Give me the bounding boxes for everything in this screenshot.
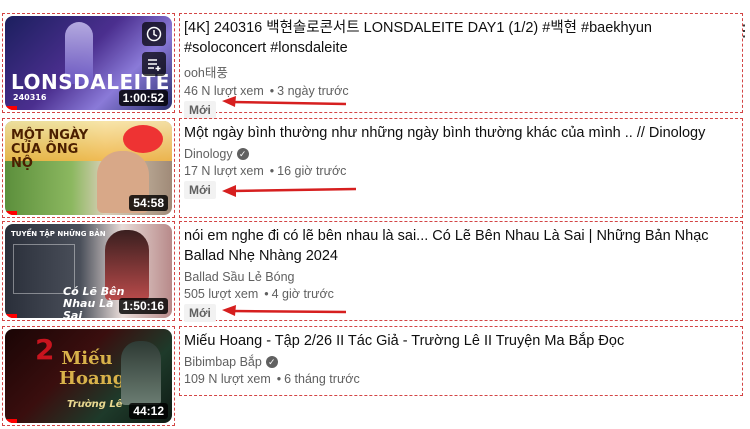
video-metadata: 505 lượt xem • 4 giờ trước — [184, 287, 738, 301]
more-actions-icon[interactable]: ⋮ — [736, 24, 750, 40]
watch-progress-bar — [5, 106, 17, 110]
watch-later-icon[interactable] — [142, 22, 166, 46]
video-metadata: 17 N lượt xem • 16 giờ trước — [184, 164, 738, 178]
upload-age: 4 giờ trước — [271, 287, 334, 301]
channel-name[interactable]: Ballad Sầu Lẻ Bóng — [184, 270, 738, 284]
video-thumbnail-frame[interactable]: TUYỂN TẬP NHỮNG BẢN Có Lẽ Bên Nhau Là Sa… — [2, 221, 175, 321]
sticker-badge — [123, 125, 163, 153]
verified-check-icon: ✓ — [236, 148, 249, 160]
upload-age: 16 giờ trước — [277, 164, 347, 178]
channel-name-text[interactable]: ooh태풍 — [184, 62, 228, 81]
thumbnail-subtitle-text: Có Lẽ Bên Nhau Là Sai — [63, 285, 125, 319]
thumbnail-title-text: MỘT NGÀY CỦA ÔNG NỘ — [11, 128, 89, 171]
new-badge: Mới — [184, 181, 216, 199]
channel-name[interactable]: ooh태풍 — [184, 62, 738, 81]
annotation-arrow — [222, 185, 357, 197]
thumbnail-title-text: TUYỂN TẬP NHỮNG BẢN — [11, 230, 106, 238]
add-to-queue-icon[interactable] — [142, 52, 166, 76]
separator-dot: • — [269, 164, 275, 178]
video-duration: 54:58 — [129, 195, 168, 211]
verified-check-icon: ✓ — [265, 356, 278, 368]
thumbnail-author-text: Trường Lê — [67, 399, 123, 410]
video-thumbnail[interactable]: MỘT NGÀY CỦA ÔNG NỘ 54:58 — [5, 121, 172, 215]
video-duration: 1:50:16 — [118, 298, 168, 314]
channel-name[interactable]: Dinology ✓ — [184, 147, 738, 161]
thumbnail-date-text: 240316 — [13, 93, 47, 102]
video-details: Miếu Hoang - Tập 2/26 II Tác Giả - Trườn… — [179, 326, 743, 396]
video-title[interactable]: Miếu Hoang - Tập 2/26 II Tác Giả - Trườn… — [184, 331, 738, 351]
video-details: Một ngày bình thường như những ngày bình… — [179, 118, 743, 218]
watch-progress-bar — [5, 314, 17, 318]
channel-name-text[interactable]: Dinology — [184, 147, 233, 161]
separator-dot: • — [276, 372, 282, 386]
thumbnail-title-text: Miếu Hoang — [59, 348, 126, 389]
channel-name-text[interactable]: Bibimbap Bắp — [184, 355, 262, 369]
thumbnail-episode-number: 2 — [35, 333, 55, 366]
video-thumbnail[interactable]: 2 Miếu Hoang Trường Lê 44:12 — [5, 329, 172, 423]
watch-progress-bar — [5, 419, 17, 423]
new-badge: Mới — [184, 304, 216, 322]
video-duration: 44:12 — [129, 403, 168, 419]
video-title[interactable]: nói em nghe đi có lẽ bên nhau là sai... … — [184, 226, 738, 266]
annotation-arrow — [222, 96, 347, 107]
video-metadata: 109 N lượt xem • 6 tháng trước — [184, 372, 738, 386]
separator-dot: • — [264, 287, 269, 301]
view-count: 17 N lượt xem — [184, 164, 264, 178]
video-thumbnail-frame[interactable]: 2 Miếu Hoang Trường Lê 44:12 — [2, 326, 175, 426]
upload-age: 6 tháng trước — [284, 372, 360, 386]
view-count: 109 N lượt xem — [184, 372, 271, 386]
view-count: 505 lượt xem — [184, 287, 259, 301]
video-title[interactable]: Một ngày bình thường như những ngày bình… — [184, 123, 738, 143]
new-badge: Mới — [184, 101, 216, 119]
video-title[interactable]: [4K] 240316 백현솔로콘서트 LONSDALEITE DAY1 (1/… — [184, 18, 738, 58]
ghost-figure — [121, 341, 161, 405]
video-duration: 1:00:52 — [118, 90, 168, 106]
video-thumbnail[interactable]: LONSDALEITE 240316 1:00:52 — [5, 16, 172, 110]
channel-name-text[interactable]: Ballad Sầu Lẻ Bóng — [184, 270, 295, 284]
watch-progress-bar — [5, 211, 17, 215]
annotation-arrow — [222, 305, 347, 316]
channel-name[interactable]: Bibimbap Bắp ✓ — [184, 355, 738, 369]
video-thumbnail-frame[interactable]: MỘT NGÀY CỦA ÔNG NỘ 54:58 — [2, 118, 175, 218]
video-thumbnail-frame[interactable]: LONSDALEITE 240316 1:00:52 — [2, 13, 175, 113]
video-thumbnail[interactable]: TUYỂN TẬP NHỮNG BẢN Có Lẽ Bên Nhau Là Sa… — [5, 224, 172, 318]
